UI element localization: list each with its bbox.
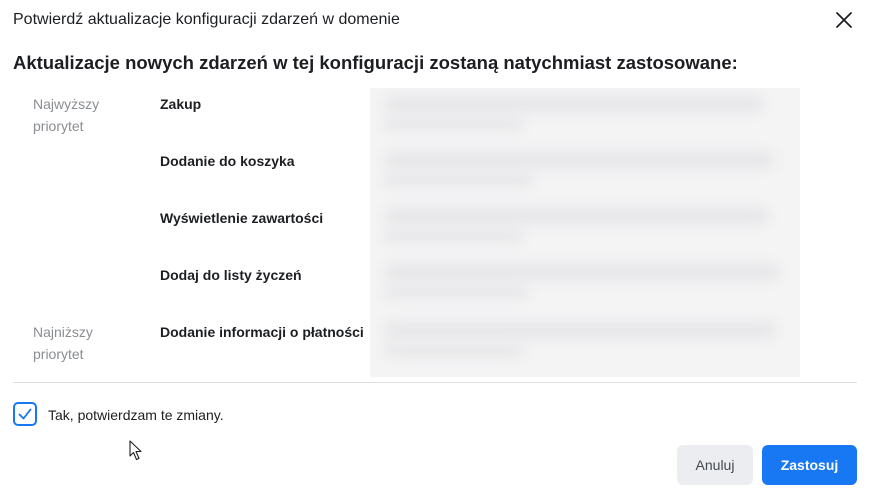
highest-priority-label: Najwyższy priorytet xyxy=(33,96,100,134)
event-name-add-to-wishlist: Dodaj do listy życzeń xyxy=(160,267,302,283)
event-name-add-payment-info: Dodanie informacji o płatności xyxy=(160,324,364,340)
confirm-checkbox[interactable] xyxy=(13,402,37,426)
cancel-button[interactable]: Anuluj xyxy=(677,445,753,485)
checkmark-icon xyxy=(18,408,32,420)
event-name-purchase: Zakup xyxy=(160,96,202,112)
blurred-event-details xyxy=(370,88,800,377)
apply-button[interactable]: Zastosuj xyxy=(762,445,857,485)
confirm-label[interactable]: Tak, potwierdzam te zmiany. xyxy=(48,406,224,424)
mouse-pointer-icon xyxy=(129,440,142,461)
close-icon xyxy=(836,12,852,28)
event-name-add-to-cart: Dodanie do koszyka xyxy=(160,153,295,169)
lowest-priority-label: Najniższy priorytet xyxy=(33,324,93,362)
divider xyxy=(13,382,857,383)
section-heading: Aktualizacje nowych zdarzeń w tej konfig… xyxy=(13,52,738,73)
dialog-title: Potwierdź aktualizacje konfiguracji zdar… xyxy=(13,11,400,28)
close-button[interactable] xyxy=(832,8,856,32)
event-name-view-content: Wyświetlenie zawartości xyxy=(160,210,324,226)
